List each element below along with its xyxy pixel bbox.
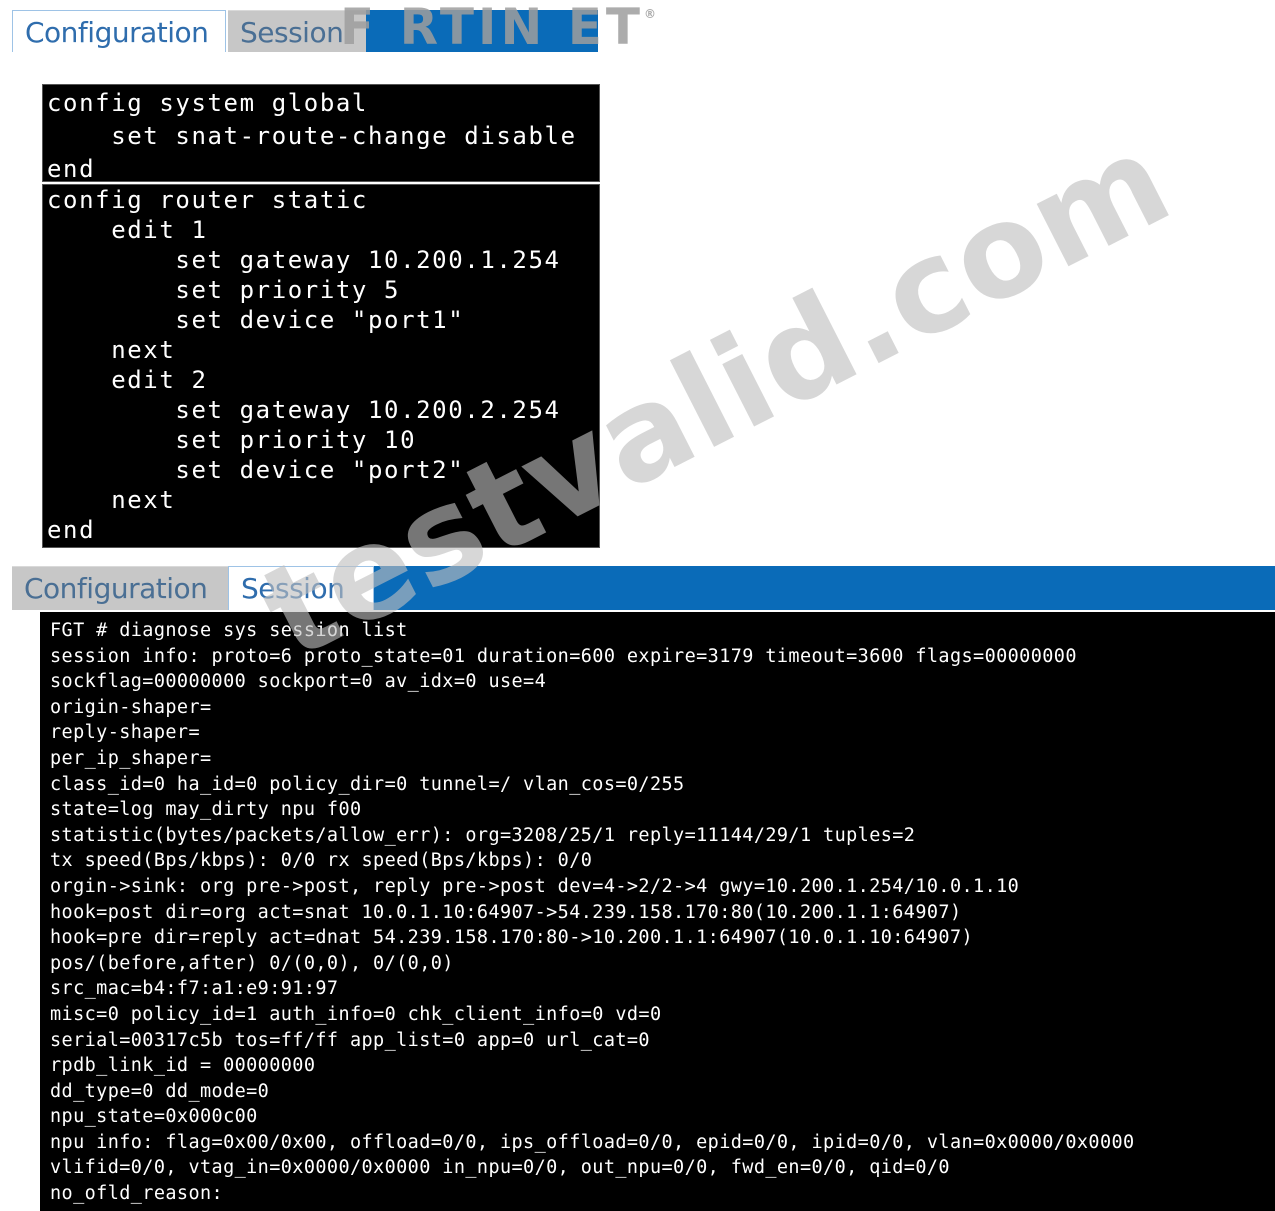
terminal-line: set device "port2"	[47, 456, 465, 484]
logo-text: F RTIN ET	[340, 0, 645, 56]
terminal-line: hook=post dir=org act=snat 10.0.1.10:649…	[50, 901, 962, 923]
tab-configuration-top[interactable]: Configuration	[12, 10, 226, 52]
terminal-line: end	[47, 516, 96, 544]
terminal-line: src_mac=b4:f7:a1:e9:91:97	[50, 978, 339, 1000]
terminal-line: no_ofld_reason:	[50, 1183, 224, 1205]
fortinet-logo: F RTIN ET®	[340, 2, 657, 52]
terminal-line: class_id=0 ha_id=0 policy_dir=0 tunnel=/…	[50, 773, 685, 795]
terminal-line: hook=pre dir=reply act=dnat 54.239.158.1…	[50, 927, 974, 949]
terminal-line: state=log may_dirty npu f00	[50, 799, 362, 821]
terminal-line: tx speed(Bps/kbps): 0/0 rx speed(Bps/kbp…	[50, 850, 593, 872]
terminal-line: next	[47, 486, 176, 514]
terminal-line: edit 1	[47, 216, 208, 244]
terminal-line: config router static	[47, 186, 368, 214]
terminal-line: pos/(before,after) 0/(0,0), 0/(0,0)	[50, 952, 454, 974]
registered-mark: ®	[644, 7, 657, 21]
session-tab-bar: Configuration Session	[12, 566, 1275, 610]
tab-session[interactable]: Session	[228, 566, 374, 610]
terminal-line: end	[47, 155, 96, 183]
terminal-line: orgin->sink: org pre->post, reply pre->p…	[50, 875, 1020, 897]
terminal-line: statistic(bytes/packets/allow_err): org=…	[50, 824, 916, 846]
terminal-line: sockflag=00000000 sockport=0 av_idx=0 us…	[50, 671, 547, 693]
config-router-terminal: config router static edit 1 set gateway …	[42, 184, 600, 548]
terminal-line: per_ip_shaper=	[50, 747, 212, 769]
tab-bar-strip	[374, 566, 1275, 610]
terminal-line: origin-shaper=	[50, 696, 212, 718]
terminal-line: config system global	[47, 89, 368, 117]
tab-configuration[interactable]: Configuration	[12, 566, 228, 610]
terminal-line: serial=00317c5b tos=ff/ff app_list=0 app…	[50, 1029, 650, 1051]
terminal-line: misc=0 policy_id=1 auth_info=0 chk_clien…	[50, 1003, 662, 1025]
terminal-line: npu info: flag=0x00/0x00, offload=0/0, i…	[50, 1131, 1135, 1153]
terminal-line: set gateway 10.200.2.254	[47, 396, 561, 424]
session-output-terminal: FGT # diagnose sys session list session i…	[40, 612, 1275, 1211]
terminal-line: FGT # diagnose sys session list	[50, 620, 408, 641]
terminal-line: rpdb_link_id = 00000000	[50, 1055, 316, 1077]
terminal-line: edit 2	[47, 366, 208, 394]
terminal-line: reply-shaper=	[50, 722, 200, 744]
terminal-line: next	[47, 336, 176, 364]
terminal-line: set snat-route-change disable	[47, 122, 577, 150]
terminal-line: session info: proto=6 proto_state=01 dur…	[50, 645, 1077, 667]
terminal-line: set priority 10	[47, 426, 417, 454]
terminal-line: set device "port1"	[47, 306, 465, 334]
terminal-line: set priority 5	[47, 276, 401, 304]
terminal-line: vlifid=0/0, vtag_in=0x0000/0x0000 in_npu…	[50, 1157, 950, 1179]
terminal-line: npu_state=0x000c00	[50, 1106, 258, 1128]
config-global-terminal: config system global set snat-route-chan…	[42, 84, 600, 183]
terminal-line: set gateway 10.200.1.254	[47, 246, 561, 274]
terminal-line: dd_type=0 dd_mode=0	[50, 1080, 270, 1102]
